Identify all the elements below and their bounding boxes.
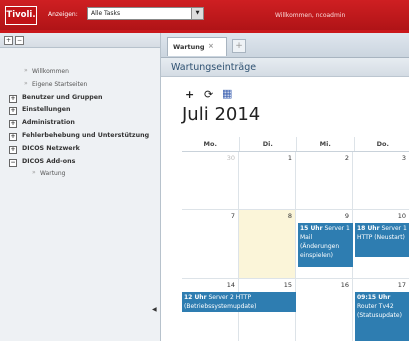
tab-label: Wartung: [173, 43, 205, 51]
day-number: 7: [230, 212, 235, 220]
calendar-week: 7 8 9 10 15 Uhr Server 1 Mail (Änderunge…: [182, 210, 409, 279]
calendar-day[interactable]: 2: [296, 152, 353, 210]
sidebar-item-wartung[interactable]: Wartung: [0, 169, 160, 183]
chevron-down-icon[interactable]: ▼: [191, 8, 203, 19]
sidebar-item-dicos-add-ons[interactable]: − DICOS Add-ons: [0, 158, 160, 171]
close-icon[interactable]: ×: [208, 42, 214, 50]
sidebar-item-label: Einstellungen: [22, 106, 71, 114]
sidebar-item-label: Wartung: [40, 170, 66, 178]
sidebar-item-label: DICOS Add-ons: [22, 157, 76, 165]
weekday-mi: Mi.: [297, 137, 355, 151]
calendar-day[interactable]: 30: [182, 152, 239, 210]
calendar-event[interactable]: 09:15 Uhr Router Tv42 (Statusupdate): [355, 292, 409, 341]
calendar-icon[interactable]: ▦: [222, 87, 232, 100]
sidebar-item-label: Willkommen: [32, 68, 69, 75]
day-number: 30: [226, 154, 235, 162]
welcome-text: Willkommen, ncoadmin: [275, 12, 346, 19]
maintenance-panel: Wartungseinträge + ⟳ ▦ Juli 2014 Mo. Di.…: [161, 58, 409, 341]
sidebar-item-label: Administration: [22, 119, 75, 127]
calendar-event[interactable]: 18 Uhr Server 1 HTTP (Neustart): [355, 223, 409, 257]
tab-wartung[interactable]: Wartung ×: [167, 37, 227, 56]
calendar-week: 30 1 2 3: [182, 152, 409, 210]
calendar-day[interactable]: 16: [296, 279, 353, 341]
sidebar-nav: Willkommen Eigene Startseiten + Benutzer …: [0, 48, 160, 183]
calendar-day-today[interactable]: 8: [239, 210, 296, 279]
expand-icon[interactable]: +: [9, 145, 17, 154]
expand-icon[interactable]: +: [9, 120, 17, 129]
add-tab-button[interactable]: +: [232, 39, 246, 53]
splitter-handle-icon[interactable]: ◀: [152, 306, 157, 314]
collapse-all-icon[interactable]: −: [15, 36, 24, 45]
event-time: 12 Uhr: [184, 294, 207, 301]
calendar-grid: Mo. Di. Mi. Do. 30 1 2 3 7 8 9 10 15 Uhr…: [182, 137, 409, 341]
expand-icon[interactable]: +: [9, 94, 17, 103]
weekday-mo: Mo.: [182, 137, 240, 151]
sidebar: + − Willkommen Eigene Startseiten + Benut…: [0, 33, 161, 341]
day-number: 17: [397, 281, 406, 289]
event-time: 18 Uhr: [357, 225, 380, 232]
tivoli-logo: Tivoli.: [5, 6, 37, 25]
day-number: 14: [226, 281, 235, 289]
top-bar: Tivoli. Anzeigen: Alle Tasks ▼ Willkomme…: [0, 0, 409, 30]
weekday-di: Di.: [240, 137, 297, 151]
event-time: 09:15 Uhr: [357, 294, 391, 301]
view-select-value: Alle Tasks: [91, 10, 121, 17]
day-number: 16: [340, 281, 349, 289]
tab-strip: Wartung × +: [161, 33, 409, 58]
view-label: Anzeigen:: [48, 11, 78, 18]
weekday-do: Do.: [355, 137, 409, 151]
calendar-day[interactable]: 3: [353, 152, 409, 210]
sidebar-item-label: Fehlerbehebung und Unterstützung: [22, 131, 150, 139]
day-number: 3: [401, 154, 406, 162]
collapse-icon[interactable]: −: [9, 158, 17, 167]
sidebar-item-label: Eigene Startseiten: [32, 80, 88, 88]
calendar-week: 14 15 16 17 12 Uhr Server 2 HTTP (Betrie…: [182, 279, 409, 341]
day-number: 8: [287, 212, 292, 220]
day-number: 15: [283, 281, 292, 289]
sidebar-item-label: DICOS Netzwerk: [22, 144, 80, 152]
calendar-event[interactable]: 12 Uhr Server 2 HTTP (Betriebssystemupda…: [182, 292, 296, 312]
month-title: Juli 2014: [182, 104, 261, 125]
day-number: 9: [344, 212, 349, 220]
event-text: Router Tv42 (Statusupdate): [357, 303, 402, 319]
view-select[interactable]: Alle Tasks ▼: [87, 7, 204, 20]
sidebar-toolbar: + −: [0, 33, 160, 48]
day-number: 1: [287, 154, 292, 162]
expand-all-icon[interactable]: +: [4, 36, 13, 45]
calendar-day[interactable]: 7: [182, 210, 239, 279]
panel-title: Wartungseinträge: [161, 58, 409, 77]
event-time: 15 Uhr: [300, 225, 323, 232]
expand-icon[interactable]: +: [9, 107, 17, 116]
sidebar-item-benutzer-und-gruppen[interactable]: + Benutzer und Gruppen: [0, 94, 160, 107]
sidebar-item-administration[interactable]: + Administration: [0, 119, 160, 132]
add-icon[interactable]: +: [185, 88, 194, 101]
sidebar-item-dicos-netzwerk[interactable]: + DICOS Netzwerk: [0, 145, 160, 158]
sidebar-item-fehlerbehebung[interactable]: + Fehlerbehebung und Unterstützung: [0, 132, 160, 145]
sidebar-item-einstellungen[interactable]: + Einstellungen: [0, 106, 160, 119]
day-number: 2: [344, 154, 349, 162]
refresh-icon[interactable]: ⟳: [204, 88, 213, 101]
calendar-event[interactable]: 15 Uhr Server 1 Mail (Änderungen einspie…: [298, 223, 353, 267]
sidebar-item-eigene-startseiten[interactable]: Eigene Startseiten: [0, 80, 160, 94]
calendar-day[interactable]: 1: [239, 152, 296, 210]
expand-icon[interactable]: +: [9, 132, 17, 141]
weekday-header: Mo. Di. Mi. Do.: [182, 137, 409, 152]
day-number: 10: [397, 212, 406, 220]
sidebar-item-label: Benutzer und Gruppen: [22, 93, 103, 101]
